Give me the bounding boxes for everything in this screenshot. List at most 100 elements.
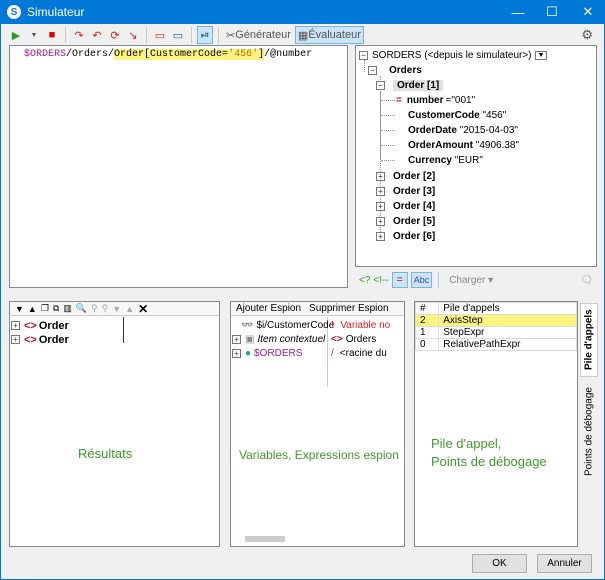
stop-icon[interactable]: ■ (44, 26, 60, 44)
evaluator-button[interactable]: ▦ Évaluateur (294, 26, 364, 44)
watch-value: Variable no (340, 320, 391, 331)
up-icon[interactable]: ▲ (125, 304, 134, 314)
find-next-icon[interactable]: ⚲ (91, 303, 98, 314)
copy-all-icon[interactable]: ⧉ (53, 303, 59, 314)
watch-name[interactable]: $i/CustomerCode (256, 320, 334, 331)
table-row[interactable]: 2 AxisStep (414, 314, 577, 327)
expand-icon[interactable]: + (11, 321, 20, 330)
collapse-icon[interactable]: − (368, 66, 377, 75)
expand-icon[interactable]: + (376, 172, 385, 181)
move-down-icon[interactable]: ▼ (15, 304, 24, 314)
step-over-icon[interactable]: ↶ (89, 26, 105, 44)
window-title: Simulateur (27, 5, 85, 19)
remove-watch-button[interactable]: Supprimer Espion (309, 303, 388, 314)
root-icon: / (331, 348, 334, 359)
tree-node-order[interactable]: Order [6] (393, 231, 435, 242)
tree-field-name[interactable]: OrderAmount (408, 140, 473, 151)
find-icon[interactable]: 🔍 (76, 303, 87, 314)
tree-node-order[interactable]: Order [4] (393, 201, 435, 212)
tab-breakpoints[interactable]: Points de débogage (580, 382, 598, 482)
table-icon[interactable]: ▥ (63, 303, 72, 314)
result-item[interactable]: Order (39, 334, 69, 346)
cancel-button[interactable]: Annuler (537, 554, 592, 573)
tab-call-stack[interactable]: Pile d'appels (580, 303, 598, 377)
expand-icon[interactable]: + (232, 335, 241, 344)
expand-icon[interactable]: + (376, 187, 385, 196)
run-dropdown-icon[interactable]: ▼ (26, 26, 42, 44)
find-prev-icon[interactable]: ⚲ (102, 303, 109, 314)
collapse-icon[interactable]: − (376, 81, 385, 90)
attribute-toggle-icon[interactable]: = (391, 272, 408, 288)
variable-name[interactable]: $ORDERS (254, 348, 302, 359)
clear-icon[interactable]: ✕ (138, 302, 148, 316)
text-toggle-icon[interactable]: Abc (410, 272, 433, 288)
tree-field-name[interactable]: Currency (408, 155, 452, 166)
expand-icon[interactable]: + (232, 349, 241, 358)
attr-name: number (406, 95, 444, 106)
collapse-icon[interactable]: − (359, 51, 368, 60)
run-icon[interactable]: ▶ (8, 26, 24, 44)
xpath-editor[interactable]: $ORDERS/Orders/Order[CustomerCode='456']… (9, 45, 348, 288)
minimize-button[interactable]: — (501, 0, 535, 24)
attribute-icon: = (396, 95, 402, 106)
column-header: # (414, 302, 440, 315)
element-icon: <> (24, 333, 37, 346)
expand-icon[interactable]: + (376, 202, 385, 211)
tree-node-order[interactable]: Order [2] (393, 171, 435, 182)
settings-gear-icon[interactable]: ⚙ (581, 27, 593, 43)
variable-token: $ORDERS (24, 49, 67, 60)
watch-toolbar: Ajouter Espion Supprimer Espion (231, 302, 404, 316)
horizontal-scrollbar[interactable] (245, 536, 285, 542)
move-up-icon[interactable]: ▲ (28, 304, 37, 314)
app-icon: S (7, 5, 21, 19)
call-stack-table: # Pile d'appels 2 AxisStep 1 StepExpr 0 Rela… (414, 302, 577, 351)
dropdown-icon[interactable]: ▼ (534, 51, 548, 60)
breakpoint-icon[interactable]: ▭ (152, 26, 168, 44)
run-to-cursor-icon[interactable]: ↘ (125, 26, 141, 44)
column-header: Pile d'appels (438, 302, 577, 315)
expand-icon[interactable]: + (376, 232, 385, 241)
tree-node-order[interactable]: Order [3] (393, 186, 435, 197)
table-row[interactable]: 1 StepExpr (414, 326, 577, 339)
variable-name[interactable]: Item contextuel (257, 334, 325, 345)
expand-icon[interactable]: + (376, 217, 385, 226)
tree-node-orders[interactable]: Orders (389, 65, 422, 76)
error-icon: ! (331, 320, 335, 331)
glasses-icon: 👓 (241, 320, 254, 331)
vars-caption: Variables, Expressions espion (239, 448, 399, 462)
tree-node-order-1[interactable]: Order [1] (393, 80, 444, 91)
comment-icon[interactable]: <!-- (373, 275, 388, 286)
copy-icon[interactable]: ❐ (41, 303, 49, 314)
expand-icon[interactable]: + (11, 335, 20, 344)
load-button[interactable]: Charger ▾ (449, 275, 493, 286)
processing-instruction-icon[interactable]: <? (359, 275, 370, 286)
element-icon: <> (331, 334, 343, 345)
tree-node-order[interactable]: Order [5] (393, 216, 435, 227)
result-item[interactable]: Order (39, 320, 69, 332)
step-into-icon[interactable]: ↷ (71, 26, 87, 44)
string-literal: '456' (228, 49, 259, 60)
tracepoint-icon[interactable]: ▭ (170, 26, 186, 44)
tree-field-name[interactable]: OrderDate (408, 125, 457, 136)
tree-field-value: "4906.38" (475, 140, 520, 151)
tools-icon: ✂ (226, 29, 236, 42)
variable-value: Orders (345, 334, 377, 345)
table-row[interactable]: 0 RelativePathExpr (414, 338, 577, 351)
calculator-icon: ▦ (297, 29, 309, 42)
comment-bubble-icon[interactable]: 🗨 (580, 275, 593, 286)
source-selector[interactable]: SORDERS (<depuis le simulateur>) (372, 50, 532, 61)
context-item-icon: ▣ (245, 334, 255, 345)
results-panel: ▼ ▲ ❐ ⧉ ▥ 🔍 ⚲ ⚲ ▼ ▲ ✕ + <> Order + <> Order Résultats (9, 301, 220, 547)
step-out-icon[interactable]: ⟳ (107, 26, 123, 44)
maximize-button[interactable]: ☐ (535, 0, 569, 24)
generator-button[interactable]: ✂ Générateur (224, 26, 293, 44)
tree-field-value: "EUR" (454, 155, 483, 166)
debug-toggle-icon[interactable]: ⏯ (197, 26, 213, 44)
add-watch-button[interactable]: Ajouter Espion (236, 303, 301, 314)
down-icon[interactable]: ▼ (112, 304, 121, 314)
xml-tree[interactable]: − SORDERS (<depuis le simulateur>) ▼ − Orde… (355, 45, 597, 267)
ok-button[interactable]: OK (472, 554, 527, 573)
close-button[interactable]: ✕ (571, 0, 605, 24)
tree-field-value: "2015-04-03" (459, 125, 518, 136)
tree-field-name[interactable]: CustomerCode (408, 110, 480, 121)
